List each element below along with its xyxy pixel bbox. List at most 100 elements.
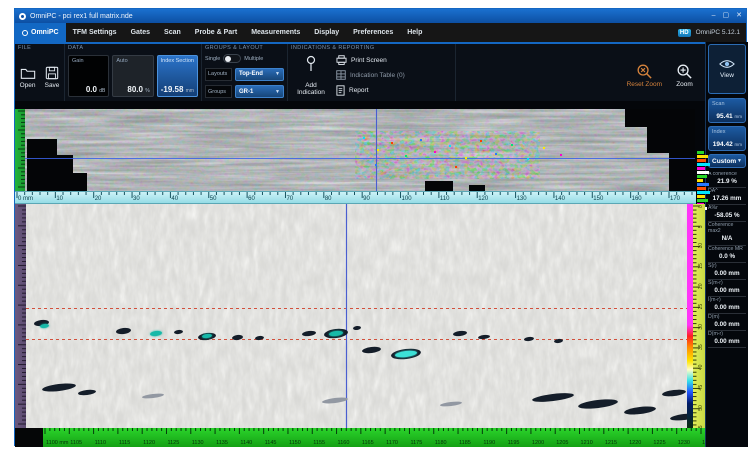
gain-unit: dB <box>99 88 106 94</box>
layouts-dropdown[interactable]: Top-End ▼ <box>235 67 284 81</box>
zoom-button[interactable]: Zoom <box>676 63 693 88</box>
signal-speck <box>449 145 451 147</box>
gate-line-b[interactable] <box>26 339 687 341</box>
scan-unit: mm <box>734 114 743 119</box>
svg-text:1165: 1165 <box>362 440 374 446</box>
histogram-row <box>697 175 707 178</box>
index-position-box[interactable]: Index 194.42 mm <box>708 126 746 151</box>
pin-icon <box>306 55 316 71</box>
top-scan-view[interactable] <box>25 109 695 191</box>
open-button[interactable]: Open <box>20 66 36 89</box>
reading-item: D(m) 0.00 mm <box>708 314 746 332</box>
groups-dropdown[interactable]: GR-1 ▼ <box>235 85 284 98</box>
histogram-row <box>697 191 710 194</box>
histogram-row <box>697 151 704 154</box>
svg-text:15: 15 <box>698 263 704 269</box>
hd-badge: HD <box>677 28 691 37</box>
menu-item-tfm-settings[interactable]: TFM Settings <box>66 23 124 42</box>
menu-item-probe-part[interactable]: Probe & Part <box>188 23 244 42</box>
save-button[interactable]: Save <box>45 66 59 89</box>
auto-box[interactable]: Auto 80.0 % <box>112 55 154 97</box>
window-title: OmniPC - pci rex1 full matrix.nde <box>30 12 133 20</box>
svg-text:70: 70 <box>286 196 293 202</box>
file-section: FILE Open Save <box>15 44 65 101</box>
menu-item-help[interactable]: Help <box>400 23 429 42</box>
chevron-down-icon: ▼ <box>737 158 742 164</box>
top-view-horizontal-cursor[interactable] <box>25 158 695 160</box>
menu-item-scan[interactable]: Scan <box>157 23 188 42</box>
toggle-knob <box>225 56 232 62</box>
menu-item-omnipc[interactable]: OmniPC <box>15 23 66 42</box>
menu-item-preferences[interactable]: Preferences <box>346 23 400 42</box>
main-scan-view[interactable] <box>26 204 687 428</box>
omnipc-window: OmniPC - pci rex1 full matrix.nde – ▢ ✕ … <box>14 8 748 447</box>
add-indication-label: Add Indication <box>297 81 325 96</box>
scan-axis-ruler[interactable]: 0 mm 10 20 30 40 50 60 70 80 90 100 110 120 130 140 150… <box>15 191 696 204</box>
scan-position-box[interactable]: Scan 95.41 mm <box>708 98 746 123</box>
svg-text:1215: 1215 <box>605 440 617 446</box>
indications-section: INDICATIONS & REPORTING Add Indication P… <box>288 44 456 101</box>
omnipc-logo-icon <box>22 29 28 36</box>
auto-label: Auto <box>116 58 128 64</box>
report-button[interactable]: Report <box>336 85 451 96</box>
add-indication-button[interactable]: Add Indication <box>292 55 330 98</box>
close-button[interactable]: ✕ <box>736 9 742 23</box>
report-label: Report <box>349 87 369 94</box>
auto-unit: % <box>145 88 150 94</box>
maximize-button[interactable]: ▢ <box>723 9 730 23</box>
menu-item-gates[interactable]: Gates <box>124 23 157 42</box>
print-screen-label: Print Screen <box>351 56 387 64</box>
save-disk-icon <box>45 66 59 79</box>
svg-text:1100 mm: 1100 mm <box>46 440 69 446</box>
svg-text:0: 0 <box>698 205 704 208</box>
svg-text:30: 30 <box>133 196 140 202</box>
gain-value: 0.0 <box>85 85 97 94</box>
print-screen-button[interactable]: Print Screen <box>336 55 451 65</box>
minimize-button[interactable]: – <box>712 9 716 23</box>
menu-bar: OmniPC TFM Settings Gates Scan Probe & Part M… <box>15 23 746 42</box>
groups-label: Groups <box>205 85 232 98</box>
svg-text:1135: 1135 <box>216 440 228 446</box>
svg-text:110: 110 <box>440 196 450 202</box>
depth-ruler-right[interactable]: 0510152025303540455055 <box>693 204 705 433</box>
table-icon <box>336 70 346 80</box>
signal-speck <box>480 140 482 142</box>
svg-text:100: 100 <box>402 196 413 202</box>
gate-line-a[interactable] <box>26 307 687 309</box>
view-button[interactable]: View <box>708 44 746 94</box>
zoom-controls: Reset Zoom Zoom <box>627 44 705 101</box>
gain-box[interactable]: Gain 0.0 dB <box>68 55 110 97</box>
data-dropout-region <box>73 173 87 191</box>
groups-layout-section: GROUPS & LAYOUT Single Multiple Layouts … <box>202 44 288 101</box>
zoom-in-icon <box>677 64 692 79</box>
menu-item-display[interactable]: Display <box>307 23 346 42</box>
svg-text:1155: 1155 <box>313 440 325 446</box>
reading-item: I(m-r) 0.00 mm <box>708 297 746 315</box>
main-view-vertical-cursor[interactable] <box>345 204 347 428</box>
histogram-row <box>697 183 709 186</box>
bottom-scan-ruler[interactable]: 1100 mm 1105 1110 1115 1120 1125 1130 1135 1140 1… <box>43 428 705 447</box>
data-dropout-region <box>425 181 453 191</box>
histogram-row <box>697 167 705 170</box>
indication-table-button[interactable]: Indication Table (0) <box>336 70 451 80</box>
single-multiple-toggle[interactable] <box>223 54 242 63</box>
custom-readings-dropdown[interactable]: Custom ▼ <box>708 154 746 168</box>
svg-text:20: 20 <box>698 283 704 289</box>
svg-text:1115: 1115 <box>119 440 130 446</box>
histogram-row <box>697 171 709 174</box>
svg-text:1160: 1160 <box>338 440 350 446</box>
reading-item: Coherence max2 N/A <box>708 222 746 246</box>
histogram-row <box>697 163 710 166</box>
menu-item-measurements[interactable]: Measurements <box>244 23 307 42</box>
main-scan-noise <box>26 204 687 428</box>
index-section-value: -19.58 <box>160 85 184 94</box>
top-view-left-ruler[interactable] <box>15 109 25 191</box>
svg-text:25: 25 <box>698 304 704 310</box>
reset-zoom-button[interactable]: Reset Zoom <box>627 63 662 88</box>
index-section-box[interactable]: Index Section -19.58 mm <box>156 55 198 97</box>
svg-text:120: 120 <box>478 196 489 202</box>
svg-text:1130: 1130 <box>192 440 204 446</box>
main-view-left-ruler[interactable] <box>15 204 26 428</box>
svg-text:40: 40 <box>698 364 704 370</box>
svg-text:1210: 1210 <box>581 440 593 446</box>
